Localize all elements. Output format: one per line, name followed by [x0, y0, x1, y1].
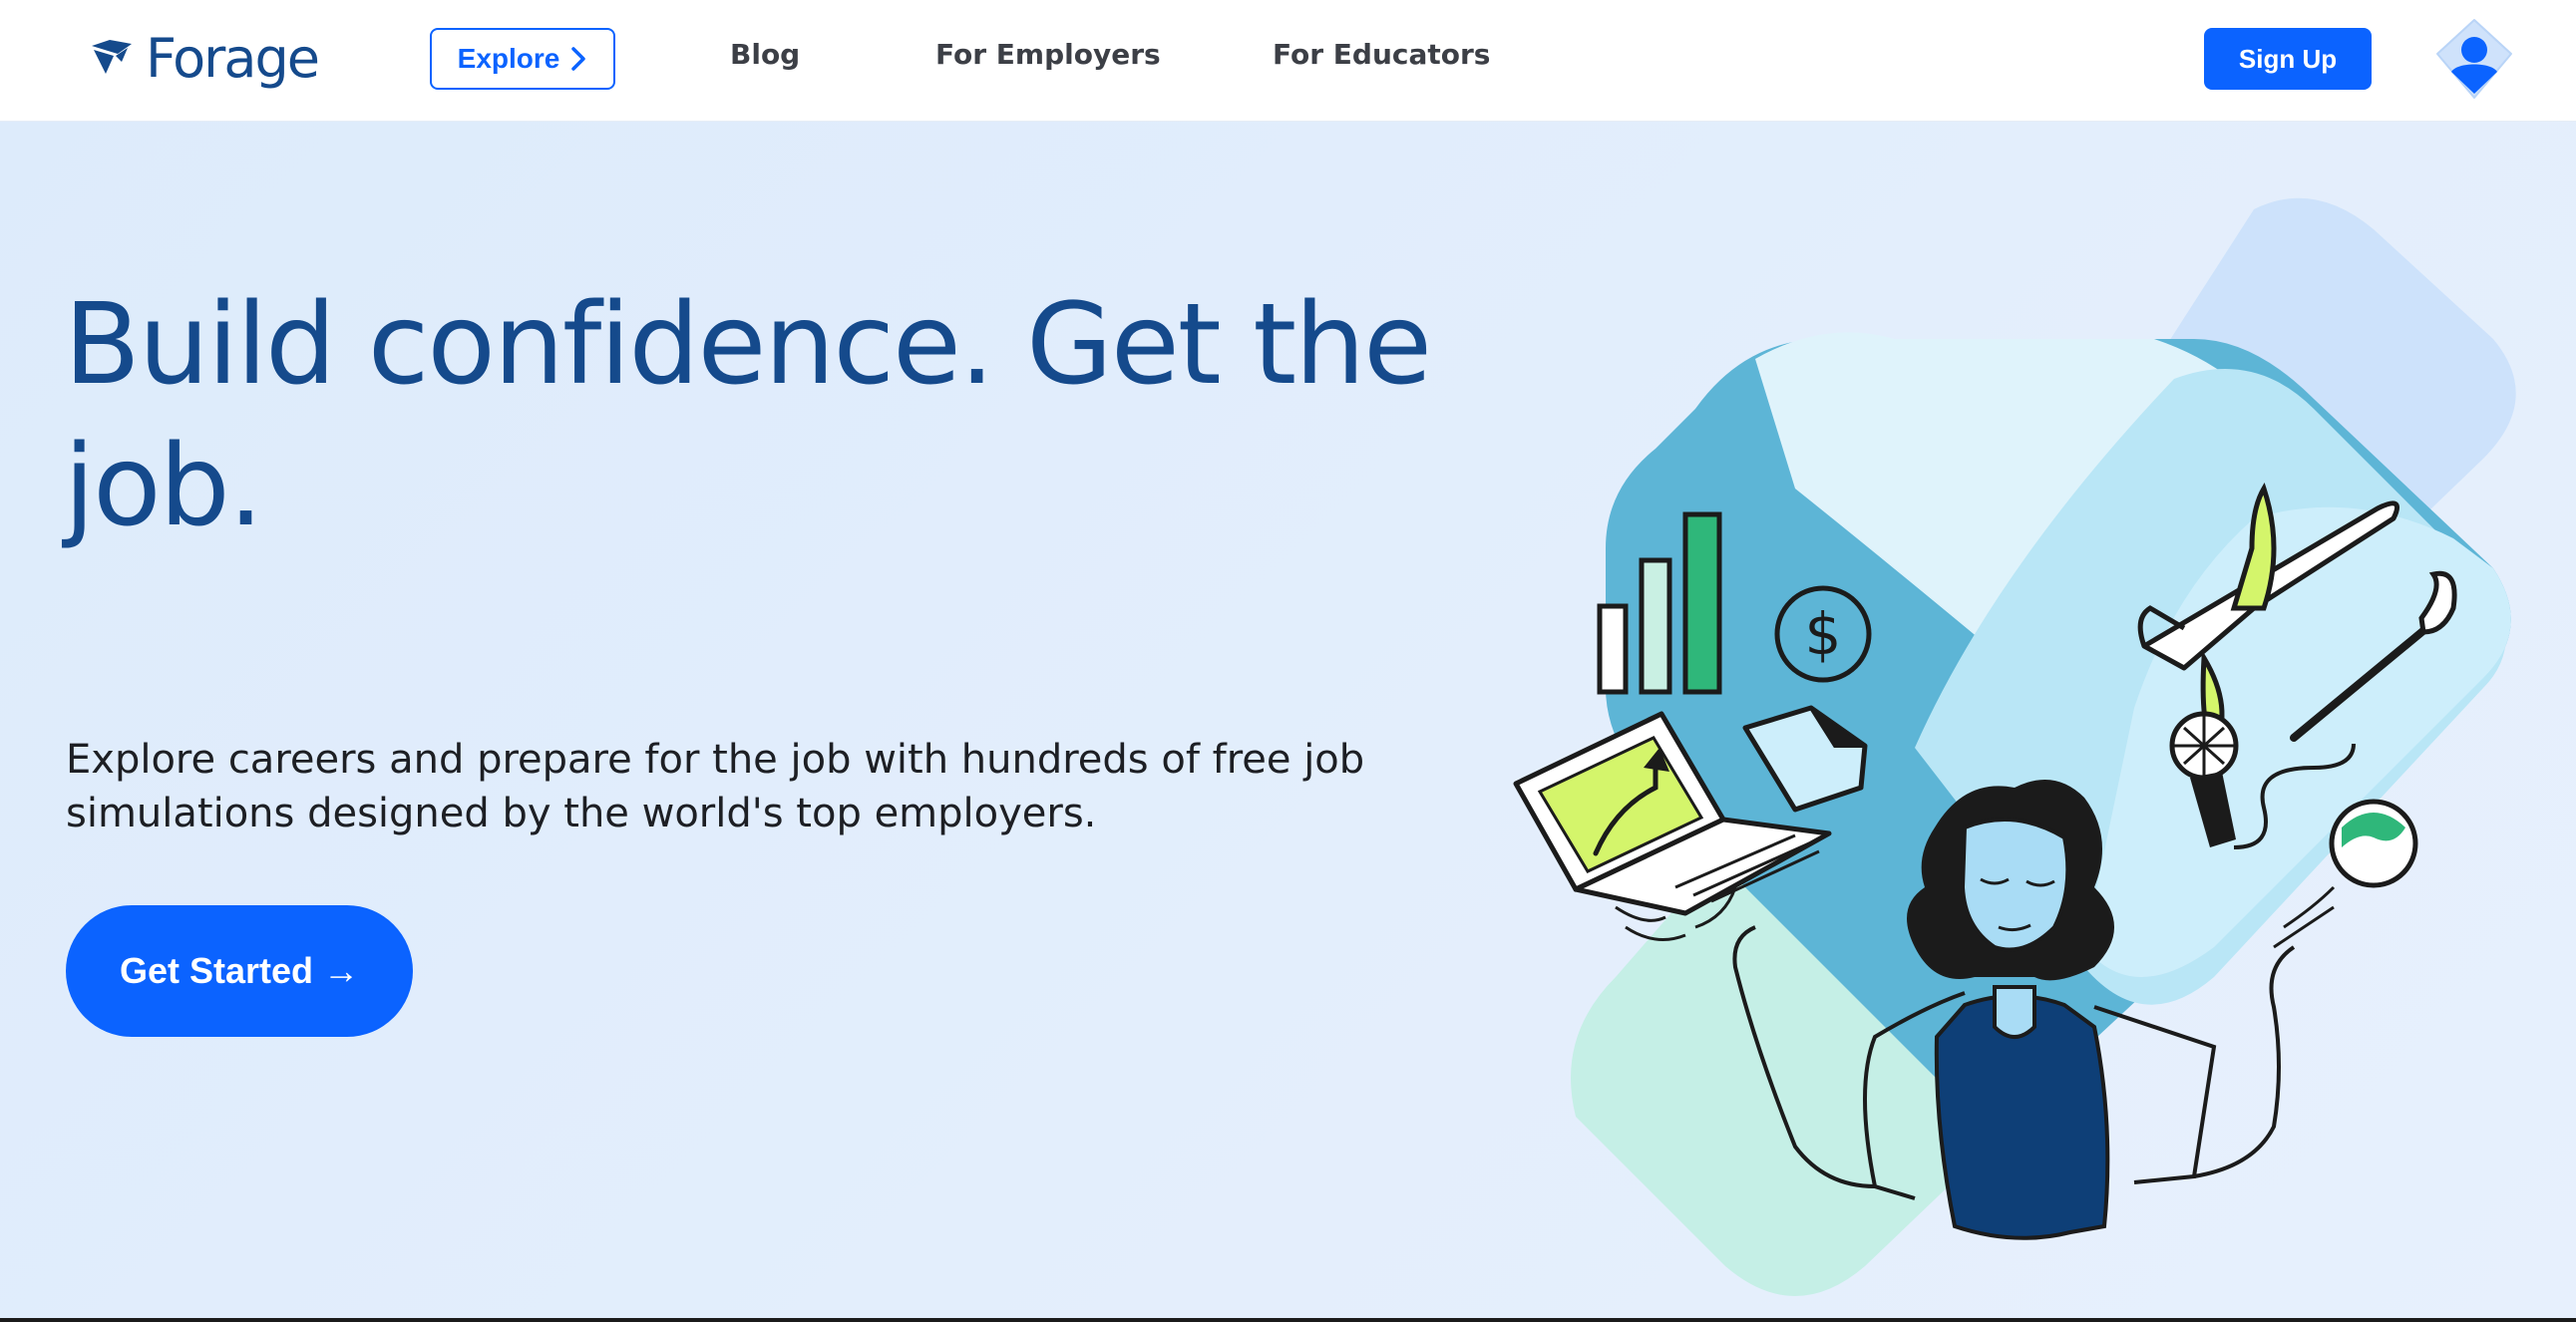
explore-label: Explore: [457, 43, 560, 74]
chart-bar-3: [1682, 511, 1722, 695]
hero-illustration: $: [1513, 197, 2516, 1296]
nav-link-blog[interactable]: Blog: [730, 38, 800, 71]
nav-link-for-employers[interactable]: For Employers: [935, 38, 1161, 71]
get-started-button[interactable]: Get Started →: [66, 905, 413, 1037]
svg-text:$: $: [1805, 600, 1842, 668]
user-avatar-icon[interactable]: [2431, 18, 2517, 100]
chart-bar-2: [1639, 557, 1672, 695]
explore-button[interactable]: Explore: [430, 28, 615, 90]
hero-subtext: Explore careers and prepare for the job …: [66, 737, 1365, 836]
forage-logo[interactable]: Forage: [88, 20, 320, 96]
sign-up-button[interactable]: Sign Up: [2204, 28, 2372, 90]
forage-logo-icon: [92, 40, 132, 74]
hero-headline: Build confidence. Get the job.: [64, 280, 1432, 551]
chart-bar-1: [1597, 603, 1629, 695]
page-bottom-border: [0, 1318, 2576, 1322]
site-header: Forage Explore Blog For Employers For Ed…: [0, 0, 2576, 122]
nav-link-for-educators[interactable]: For Educators: [1273, 38, 1490, 71]
logo-text: Forage: [146, 26, 320, 90]
chevron-right-icon: [571, 47, 586, 71]
